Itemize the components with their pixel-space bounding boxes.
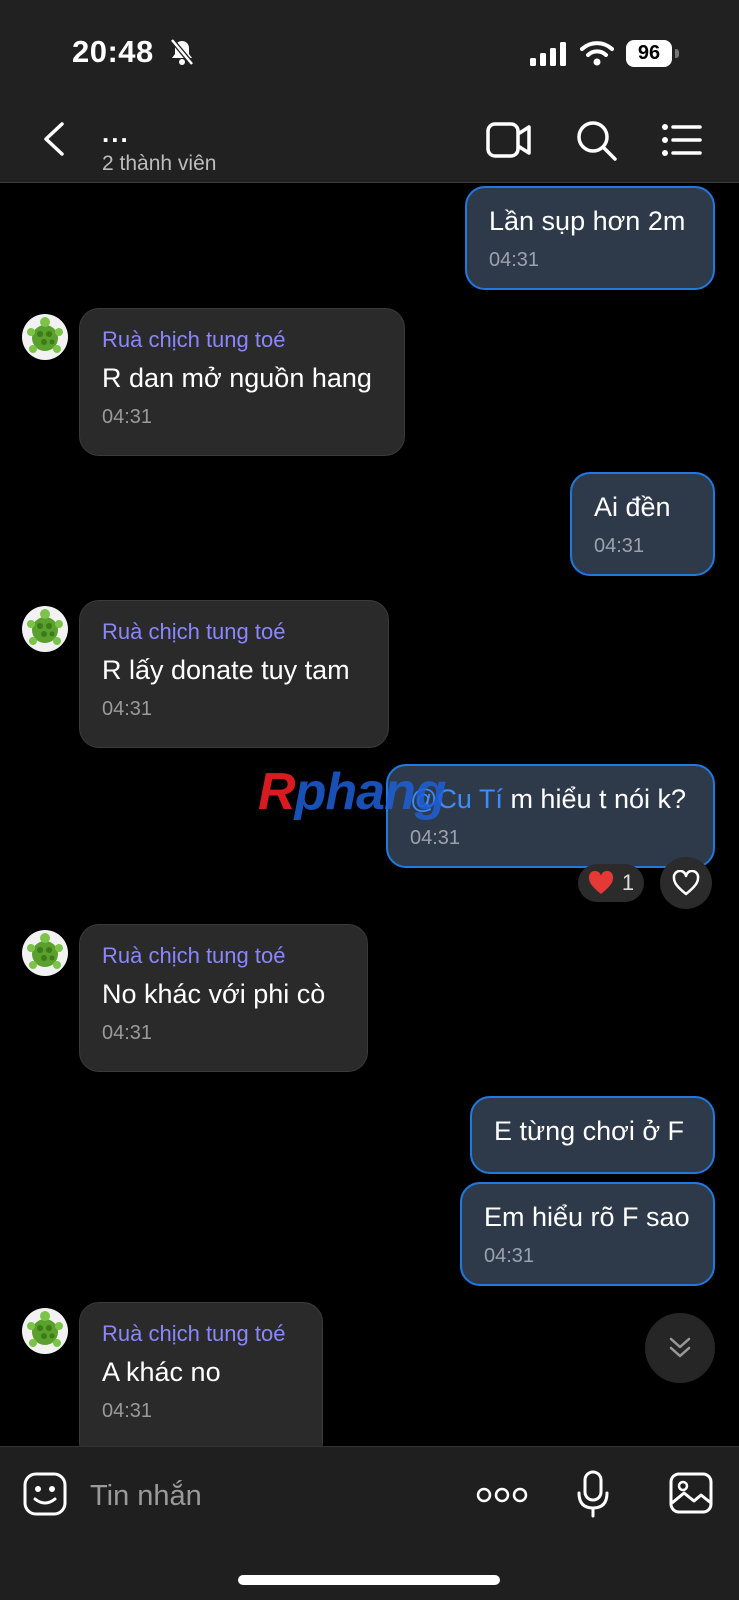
search-icon[interactable] <box>576 120 618 162</box>
wifi-icon <box>580 41 614 66</box>
double-chevron-down-icon <box>669 1337 691 1358</box>
message-text: @Cu Tí m hiểu t nói k? <box>410 784 691 815</box>
message-text: Ai đền <box>594 492 671 522</box>
status-time: 20:48 <box>72 34 154 69</box>
message-time: 04:31 <box>102 1022 153 1044</box>
message-time: 04:31 <box>102 406 153 428</box>
top-bar: 20:48 96 ... 2 thành viên <box>0 0 739 183</box>
message-time: 04:31 <box>489 249 540 271</box>
battery-level: 96 <box>626 40 672 67</box>
bell-muted-icon <box>170 38 194 66</box>
menu-list-icon[interactable] <box>662 124 702 156</box>
composer-bar <box>0 1446 739 1600</box>
back-icon[interactable] <box>38 120 68 158</box>
turtle-avatar-icon <box>27 317 63 353</box>
microphone-icon[interactable] <box>576 1469 610 1519</box>
message-bubble-outgoing[interactable]: Ai đền 04:31 <box>570 472 715 576</box>
message-text: Lần sụp hơn 2m <box>489 206 686 236</box>
scroll-to-bottom-button[interactable] <box>645 1313 715 1383</box>
message-bubble-incoming[interactable]: Ruà chịch tung toé A khác no 04:31 <box>79 1302 323 1446</box>
message-list[interactable]: Lần sụp hơn 2m 04:31 Ruà chịch tung toé … <box>0 184 739 1446</box>
message-time: 04:31 <box>102 1400 153 1422</box>
message-input[interactable] <box>88 1473 452 1519</box>
message-bubble-incoming[interactable]: Ruà chịch tung toé R lấy donate tuy tam … <box>79 600 389 748</box>
sender-name[interactable]: Ruà chịch tung toé <box>102 943 345 969</box>
heart-filled-icon <box>588 871 613 894</box>
home-indicator[interactable] <box>238 1575 500 1585</box>
turtle-avatar-icon <box>27 609 63 645</box>
message-bubble-outgoing[interactable]: Lần sụp hơn 2m 04:31 <box>465 186 715 290</box>
image-gallery-icon[interactable] <box>668 1471 714 1515</box>
battery-tip <box>675 49 679 58</box>
turtle-avatar-icon <box>27 933 63 969</box>
message-bubble-incoming[interactable]: Ruà chịch tung toé R dan mở nguồn hang 0… <box>79 308 405 456</box>
react-button[interactable] <box>660 857 712 909</box>
message-text: E từng chơi ở F <box>494 1116 685 1146</box>
avatar[interactable] <box>22 606 68 652</box>
watermark-logo: Rphang <box>258 763 447 821</box>
message-text: No khác với phi cò <box>102 979 326 1009</box>
message-time: 04:31 <box>484 1245 535 1267</box>
signal-icon <box>530 42 566 66</box>
reaction-count: 1 <box>621 870 635 895</box>
video-call-icon[interactable] <box>486 122 532 158</box>
avatar[interactable] <box>22 1308 68 1354</box>
more-options-icon[interactable] <box>476 1483 528 1507</box>
sender-name[interactable]: Ruà chịch tung toé <box>102 619 366 645</box>
message-time: 04:31 <box>594 535 645 557</box>
message-text: R lấy donate tuy tam <box>102 655 350 685</box>
message-text: Em hiểu rõ F sao <box>484 1202 690 1232</box>
member-count[interactable]: 2 thành viên <box>102 152 216 176</box>
message-bubble-incoming[interactable]: Ruà chịch tung toé No khác với phi cò 04… <box>79 924 368 1072</box>
message-bubble-outgoing[interactable]: E từng chơi ở F <box>470 1096 715 1174</box>
message-bubble-outgoing[interactable]: Em hiểu rõ F sao 04:31 <box>460 1182 715 1286</box>
turtle-avatar-icon <box>27 1311 63 1347</box>
message-text: A khác no <box>102 1357 221 1387</box>
reaction-summary[interactable]: 1 <box>578 864 644 902</box>
avatar[interactable] <box>22 314 68 360</box>
chat-title[interactable]: ... <box>102 118 130 149</box>
emoji-sticker-icon[interactable] <box>22 1471 68 1517</box>
sender-name[interactable]: Ruà chịch tung toé <box>102 327 382 353</box>
heart-outline-icon <box>672 870 700 896</box>
message-time: 04:31 <box>102 698 153 720</box>
message-text-body: m hiểu t nói k? <box>502 784 687 814</box>
avatar[interactable] <box>22 930 68 976</box>
message-time: 04:31 <box>410 827 461 849</box>
message-text: R dan mở nguồn hang <box>102 363 372 393</box>
sender-name[interactable]: Ruà chịch tung toé <box>102 1321 300 1347</box>
